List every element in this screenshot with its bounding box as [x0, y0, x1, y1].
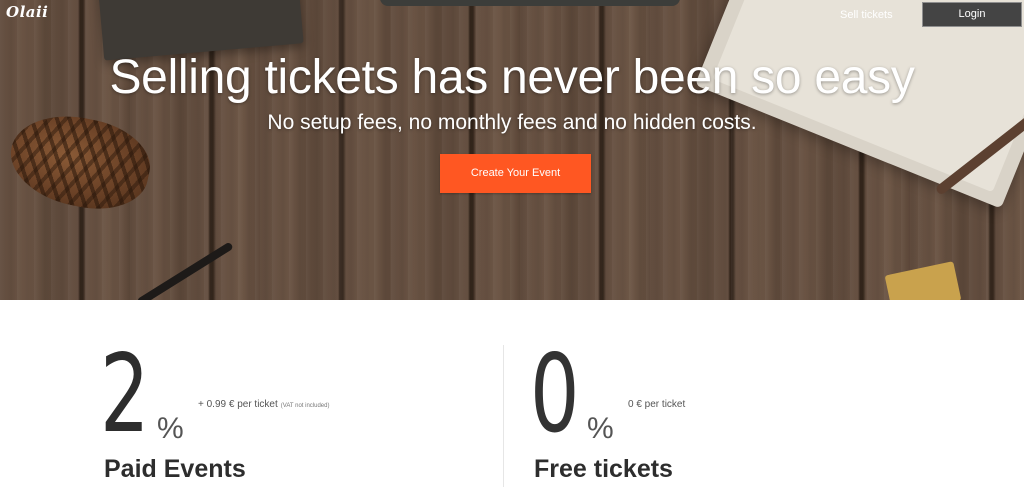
free-fee-percentage: 0: [530, 332, 579, 457]
pricing-divider: [503, 345, 504, 487]
free-tickets-plan: 0 % 0 € per ticket Free tickets: [530, 300, 920, 487]
paid-price-note: + 0.99 € per ticket (VAT not included): [198, 399, 329, 410]
free-price-note: 0 € per ticket: [628, 399, 686, 410]
hero-subtitle: No setup fees, no monthly fees and no hi…: [267, 111, 757, 134]
paid-price-note-text: + 0.99 € per ticket: [198, 399, 278, 410]
site-logo[interactable]: Olaii: [6, 3, 48, 21]
free-percent-sign: %: [587, 412, 614, 445]
pricing-section: 2 % + 0.99 € per ticket (VAT not included…: [0, 300, 1024, 487]
free-tickets-title: Free tickets: [534, 455, 673, 483]
decorative-tablet-image: [380, 0, 680, 6]
create-event-button[interactable]: Create Your Event: [440, 154, 591, 193]
login-button[interactable]: Login: [922, 2, 1022, 27]
paid-percent-sign: %: [157, 412, 184, 445]
vat-note: (VAT not included): [280, 403, 330, 409]
paid-events-plan: 2 % + 0.99 € per ticket (VAT not included…: [100, 300, 490, 487]
hero-banner: Olaii Sell tickets Login Selling tickets…: [0, 0, 1024, 300]
hero-title: Selling tickets has never been so easy: [109, 51, 915, 104]
sell-tickets-link[interactable]: Sell tickets: [840, 5, 893, 25]
paid-events-title: Paid Events: [104, 455, 246, 483]
paid-fee-percentage: 2: [100, 332, 149, 457]
